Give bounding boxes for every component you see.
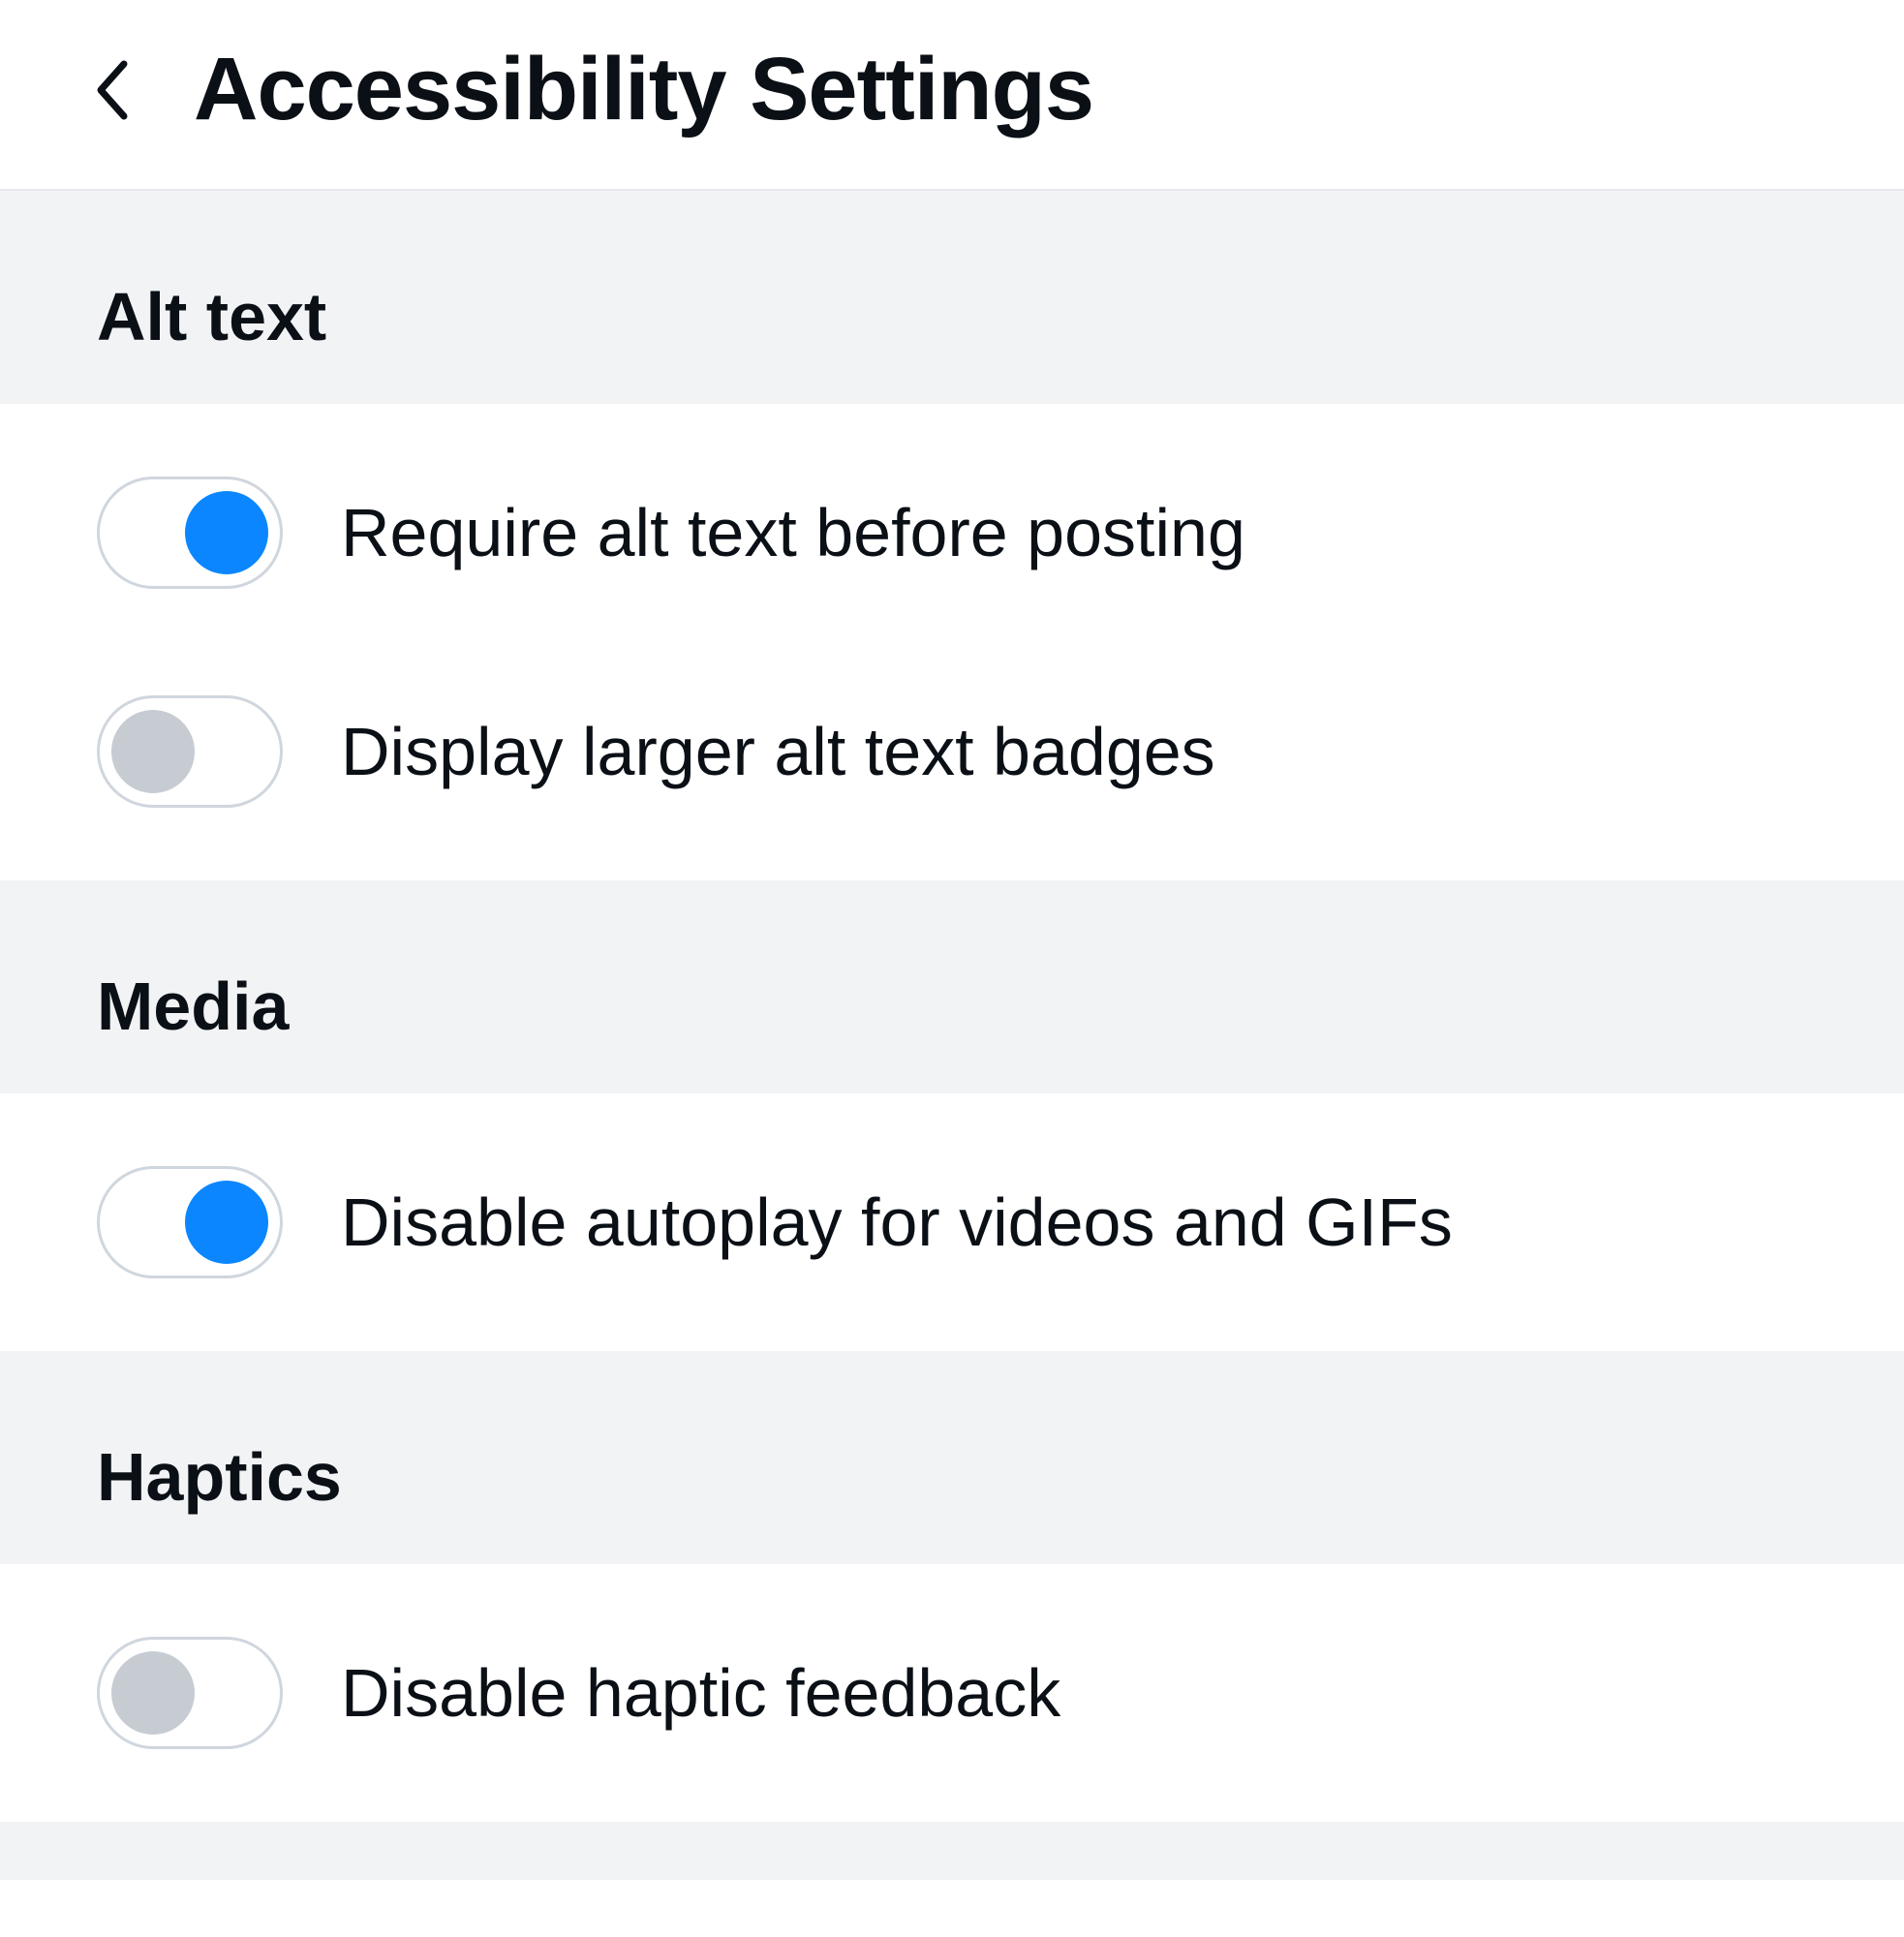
toggle-require-alt-text[interactable] [97, 477, 283, 589]
toggle-larger-badges[interactable] [97, 695, 283, 808]
setting-row-disable-autoplay: Disable autoplay for videos and GIFs [0, 1113, 1904, 1332]
setting-label: Display larger alt text badges [341, 711, 1215, 792]
trailing-spacer [0, 1822, 1904, 1880]
setting-label: Require alt text before posting [341, 492, 1245, 573]
setting-row-require-alt-text: Require alt text before posting [0, 423, 1904, 642]
setting-label: Disable haptic feedback [341, 1652, 1060, 1734]
page-header: Accessibility Settings [0, 0, 1904, 191]
toggle-knob [185, 491, 268, 574]
chevron-left-icon [91, 58, 132, 122]
section-title: Haptics [97, 1438, 1807, 1516]
section-title: Alt text [97, 278, 1807, 355]
toggle-knob [111, 1651, 195, 1735]
setting-row-larger-badges: Display larger alt text badges [0, 642, 1904, 861]
section-header-alt-text: Alt text [0, 191, 1904, 404]
back-button[interactable] [77, 56, 145, 124]
toggle-knob [111, 710, 195, 793]
section-body-alt-text: Require alt text before posting Display … [0, 404, 1904, 880]
setting-label: Disable autoplay for videos and GIFs [341, 1182, 1453, 1263]
toggle-disable-autoplay[interactable] [97, 1166, 283, 1278]
section-body-haptics: Disable haptic feedback [0, 1564, 1904, 1822]
section-header-media: Media [0, 880, 1904, 1093]
section-body-media: Disable autoplay for videos and GIFs [0, 1093, 1904, 1351]
section-title: Media [97, 968, 1807, 1045]
toggle-knob [185, 1181, 268, 1264]
setting-row-disable-haptics: Disable haptic feedback [0, 1583, 1904, 1802]
toggle-disable-haptics[interactable] [97, 1637, 283, 1749]
page-title: Accessibility Settings [194, 39, 1093, 140]
section-header-haptics: Haptics [0, 1351, 1904, 1564]
